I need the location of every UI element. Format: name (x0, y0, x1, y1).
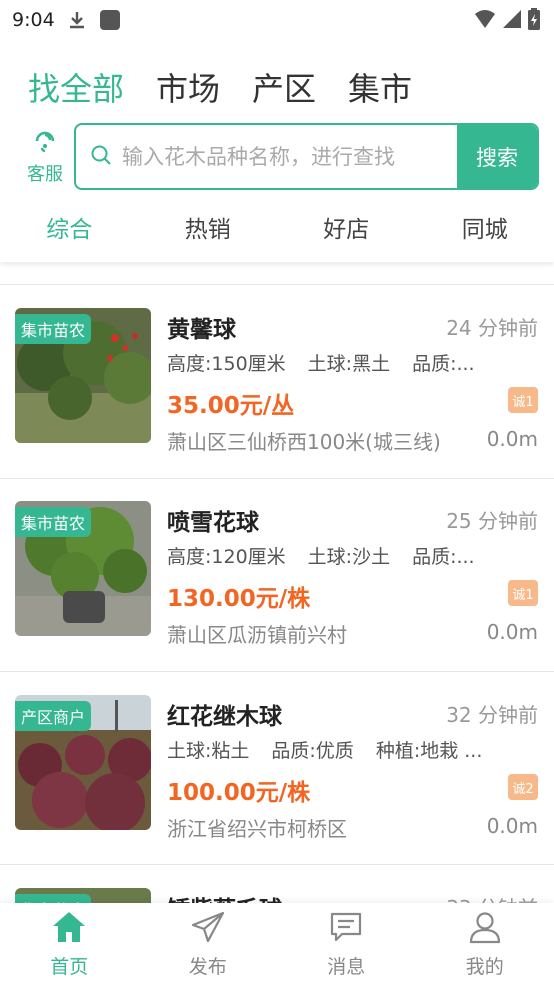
post-time: 24 分钟前 (446, 316, 538, 340)
attr-quality: 品质:... (412, 353, 475, 375)
list-item[interactable]: 集市苗农 黄馨球 24 分钟前 高度:150厘米 土球:黑土 品质:... 35.0… (0, 285, 554, 478)
product-image: 集市苗农 (15, 501, 151, 636)
product-name: 矮紫薇毛球 (167, 890, 282, 903)
product-address: 萧山区瓜沥镇前兴村 (167, 623, 347, 647)
nav-messages[interactable]: 消息 (277, 903, 416, 985)
product-name: 喷雪花球 (167, 510, 259, 536)
battery-icon (528, 8, 540, 34)
product-price: 100.00元/株 (167, 780, 311, 806)
tab-producing-area[interactable]: 产区 (252, 64, 316, 110)
nav-mine-label: 我的 (465, 955, 504, 978)
app-icon (99, 9, 121, 31)
attr-soil: 土球:粘土 (167, 740, 250, 762)
seller-type-tag: 产区商户 (15, 701, 92, 731)
tab-good-shops[interactable]: 好店 (277, 192, 416, 262)
product-address: 萧山区三仙桥西100米(城三线) (167, 430, 441, 454)
home-icon (51, 910, 87, 948)
headset-icon (31, 131, 59, 158)
list-item[interactable]: 产区商户 红花继木球 32 分钟前 土球:粘土 品质:优质 种植:地栽 ... 10… (0, 672, 554, 865)
tab-comprehensive[interactable]: 综合 (0, 192, 139, 262)
credit-badge: 诚2 (508, 774, 538, 800)
credit-badge: 诚1 (508, 387, 538, 413)
wifi-icon (474, 9, 496, 33)
product-attrs: 高度:150厘米 土球:黑土 品质:... (167, 349, 539, 376)
distance: 0.0m (486, 620, 538, 644)
attr-soil: 土球:黑土 (307, 353, 391, 375)
product-image: 产区商户 (15, 695, 151, 830)
download-icon (67, 10, 87, 30)
search-input[interactable] (122, 144, 452, 169)
nav-publish[interactable]: 发布 (139, 903, 278, 985)
product-image: 集市苗农 (15, 308, 151, 443)
top-nav: 找全部 市场 产区 集市 (28, 64, 412, 110)
status-right (474, 8, 540, 34)
customer-service-label: 客服 (27, 164, 63, 185)
search-button[interactable]: 搜索 (457, 125, 537, 188)
post-time: 25 分钟前 (446, 509, 538, 533)
customer-service-button[interactable]: 客服 (24, 126, 66, 186)
distance: 0.0m (486, 814, 538, 838)
nav-home[interactable]: 首页 (0, 903, 139, 985)
search-bar: 搜索 (74, 123, 539, 190)
product-attrs: 土球:粘土 品质:优质 种植:地栽 ... (167, 736, 539, 763)
attr-height: 高度:150厘米 (167, 353, 286, 375)
seller-type-tag: 集市苗农 (15, 314, 92, 344)
status-bar: 9:04 (0, 0, 554, 40)
tab-same-city[interactable]: 同城 (416, 192, 554, 262)
seller-type-tag: 集市苗农 (15, 507, 92, 537)
signal-icon (502, 9, 522, 33)
post-time: 32 分钟前 (446, 703, 538, 727)
status-time: 9:04 (12, 9, 55, 31)
user-icon (467, 910, 503, 948)
product-address: 浙江省绍兴市柯桥区 (167, 817, 347, 841)
product-name: 黄馨球 (167, 317, 236, 343)
list-item[interactable]: 集市苗农 矮紫薇毛球 33 分钟前 (0, 865, 554, 903)
tab-fair[interactable]: 集市 (348, 64, 412, 110)
attr-soil: 土球:沙土 (307, 546, 391, 568)
product-image: 集市苗农 (15, 888, 151, 903)
bottom-nav: 首页 发布 消息 我的 (0, 903, 554, 985)
credit-badge: 诚1 (508, 580, 538, 606)
product-price: 130.00元/株 (167, 586, 311, 612)
tab-hot-sale[interactable]: 热销 (139, 192, 278, 262)
product-name: 红花继木球 (167, 704, 282, 730)
tab-all[interactable]: 找全部 (28, 64, 124, 110)
send-icon (190, 910, 226, 948)
nav-publish-label: 发布 (188, 955, 227, 978)
attr-quality: 品质:... (412, 546, 475, 568)
search-field (76, 125, 457, 188)
nav-mine[interactable]: 我的 (416, 903, 554, 985)
product-price: 35.00元/丛 (167, 393, 295, 419)
attr-height: 高度:120厘米 (167, 546, 286, 568)
list-item[interactable]: 集市苗农 喷雪花球 25 分钟前 高度:120厘米 土球:沙土 品质:... 130… (0, 478, 554, 671)
tab-market[interactable]: 市场 (156, 64, 220, 110)
attr-quality: 品质:优质 (271, 740, 354, 762)
search-icon (90, 144, 112, 170)
attr-planting: 种植:地栽 ... (375, 740, 483, 762)
distance: 0.0m (486, 427, 538, 451)
post-time: 33 分钟前 (446, 892, 538, 903)
seller-type-tag: 集市苗农 (15, 894, 92, 903)
nav-home-label: 首页 (50, 955, 89, 978)
sort-tabs: 综合 热销 好店 同城 (0, 192, 554, 262)
message-icon (328, 910, 364, 948)
product-attrs: 高度:120厘米 土球:沙土 品质:... (167, 542, 539, 569)
nav-messages-label: 消息 (327, 955, 366, 978)
